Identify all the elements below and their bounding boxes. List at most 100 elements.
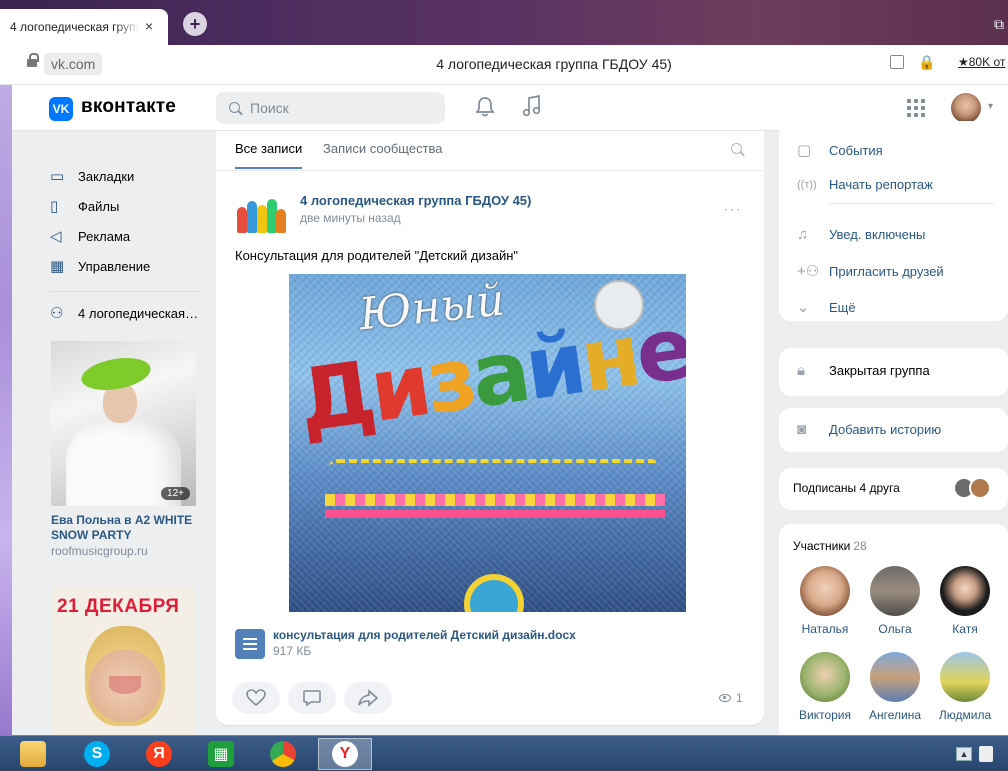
add-story-button[interactable]: ◙ Добавить историю — [797, 421, 941, 438]
wall-tabs: Все записи Записи сообщества — [216, 131, 764, 171]
post-timestamp[interactable]: две минуты назад — [300, 211, 401, 225]
more-options-icon[interactable]: ··· — [723, 201, 742, 219]
yandex-icon: Я — [146, 741, 172, 767]
search-placeholder: Поиск — [250, 100, 289, 116]
member[interactable]: Наталья — [790, 566, 860, 636]
lock-icon: 🔒︎ — [797, 362, 805, 379]
page-content: ▭ Закладки ▯ Файлы ◁ Реклама ▦ Управлени… — [12, 121, 1008, 744]
member[interactable]: Виктория — [790, 652, 860, 722]
site-rating[interactable]: ★80K от — [958, 55, 1005, 69]
vk-logo-icon[interactable]: VK — [49, 97, 73, 121]
group-icon: ⚇ — [50, 305, 64, 322]
chevron-down-icon[interactable]: ▾ — [988, 101, 993, 112]
browser-tab[interactable]: 4 логопедическая группа ГБДОУ 45) × — [0, 9, 168, 45]
bell-check-icon: ♫ — [797, 226, 809, 243]
member-avatar — [800, 652, 850, 702]
close-tab-icon[interactable]: × — [145, 18, 153, 34]
friends-subscribed-text: Подписаны 4 друга — [793, 481, 900, 495]
tab-community-posts[interactable]: Записи сообщества — [323, 141, 443, 156]
new-tab-button[interactable]: + — [183, 12, 207, 36]
eye-icon — [719, 694, 731, 702]
bookmark-icon: ▭ — [50, 168, 65, 185]
ad-domain[interactable]: roofmusicgroup.ru — [51, 544, 148, 558]
search-input[interactable]: Поиск — [216, 92, 445, 124]
post-author[interactable]: 4 логопедическая группа ГБДОУ 45) — [300, 193, 531, 208]
taskbar-explorer[interactable] — [10, 738, 56, 770]
nav-item-bookmarks[interactable]: ▭ Закладки — [50, 161, 210, 191]
tray-expand-icon[interactable]: ▲ — [956, 747, 972, 761]
ad-banner[interactable]: 21 ДЕКАБРЯ — [51, 586, 196, 736]
share-button[interactable] — [344, 682, 392, 714]
members-card: Участники 28 Наталья Ольга Катя Виктория … — [779, 524, 1008, 744]
members-count: 28 — [853, 539, 867, 553]
camera-icon: ◙ — [797, 421, 807, 438]
share-icon — [358, 689, 378, 707]
action-notifications[interactable]: ♫ Увед. включены — [797, 226, 925, 243]
broadcast-icon: ((т)) — [797, 178, 817, 191]
group-wall: Все записи Записи сообщества 4 логопедич… — [216, 131, 764, 725]
member[interactable]: Людмила — [930, 652, 1000, 722]
document-attachment[interactable]: консультация для родителей Детский дизай… — [235, 627, 635, 661]
views-counter: 1 — [719, 691, 743, 705]
views-count: 1 — [736, 691, 743, 705]
like-button[interactable] — [232, 682, 280, 714]
nav-item-label: Управление — [78, 258, 151, 274]
music-icon[interactable] — [522, 94, 542, 118]
vk-brand[interactable]: вконтакте — [81, 96, 176, 118]
reader-mode-icon[interactable] — [890, 55, 904, 69]
services-grid-icon[interactable] — [907, 99, 925, 117]
action-start-stream[interactable]: ((т)) Начать репортаж — [797, 177, 933, 192]
taskbar-skype[interactable]: S — [74, 738, 120, 770]
ad-banner-headline: 21 ДЕКАБРЯ — [57, 596, 180, 617]
action-more[interactable]: ⌄ Ещё — [797, 298, 856, 316]
ad-image[interactable]: 12+ — [51, 341, 196, 506]
nav-item-group[interactable]: ⚇ 4 логопедическая группа ГБДОУ 45) — [50, 298, 210, 328]
search-icon — [229, 102, 240, 113]
friends-subscribed-card[interactable]: Подписаны 4 друга — [779, 468, 1008, 510]
closed-group-text: Закрытая группа — [829, 363, 930, 378]
document-name[interactable]: консультация для родителей Детский дизай… — [273, 628, 576, 642]
add-story-text: Добавить историю — [829, 422, 942, 437]
member-name: Ольга — [878, 622, 912, 636]
tab-all-posts[interactable]: Все записи — [235, 141, 303, 169]
nav-item-files[interactable]: ▯ Файлы — [50, 191, 210, 221]
taskbar-yandex[interactable]: Я — [136, 738, 182, 770]
member[interactable]: Ангелина — [860, 652, 930, 722]
file-icon: ▯ — [50, 198, 59, 215]
taskbar-yandex-browser[interactable]: Y — [318, 738, 372, 770]
user-avatar[interactable] — [951, 93, 981, 123]
ad-title[interactable]: Ева Польна в А2 WHITE SNOW PARTY — [51, 513, 201, 543]
member[interactable]: Ольга — [860, 566, 930, 636]
member[interactable]: Катя — [930, 566, 1000, 636]
group-avatar[interactable] — [235, 191, 286, 233]
member-name: Наталья — [801, 622, 849, 636]
yandex-browser-icon: Y — [332, 741, 358, 767]
taskbar-chrome[interactable] — [260, 738, 306, 770]
tray-app-icon[interactable] — [979, 746, 993, 762]
nav-item-label: Файлы — [78, 198, 120, 214]
chevron-down-icon: ⌄ — [797, 299, 810, 316]
wall-search-icon[interactable] — [731, 143, 742, 154]
post-image[interactable]: Юный Дизайнер — [289, 274, 686, 612]
taskbar-store[interactable]: ▦ — [198, 738, 244, 770]
bell-icon[interactable] — [475, 96, 495, 118]
post-text: Консультация для родителей "Детский диза… — [235, 248, 519, 263]
browser-tab-title: 4 логопедическая группа ГБДОУ 45) — [10, 20, 140, 34]
browser-tab-strip: 4 логопедическая группа ГБДОУ 45) × + ⧉ — [0, 0, 1008, 45]
closed-group-label[interactable]: 🔒︎ Закрытая группа — [797, 362, 930, 379]
nav-item-manage[interactable]: ▦ Управление — [50, 251, 210, 281]
protect-icon[interactable]: 🔒 — [918, 54, 935, 71]
page-title: 4 логопедическая группа ГБДОУ 45) — [436, 56, 672, 72]
action-invite-friends[interactable]: +⚇ Пригласить друзей — [797, 262, 944, 280]
bookmark-manager-icon[interactable]: ⧉ — [994, 16, 1004, 33]
invite-icon: +⚇ — [797, 263, 820, 280]
left-nav: ▭ Закладки ▯ Файлы ◁ Реклама ▦ Управлени… — [50, 161, 210, 328]
nav-item-ads[interactable]: ◁ Реклама — [50, 221, 210, 251]
taskbar: S Я ▦ Y ▲ — [0, 735, 1008, 771]
member-avatar — [940, 566, 990, 616]
members-header[interactable]: Участники 28 — [793, 539, 867, 553]
member-avatar — [940, 652, 990, 702]
comment-button[interactable] — [288, 682, 336, 714]
divider — [829, 203, 994, 204]
action-events[interactable]: ▢ События — [797, 141, 883, 159]
